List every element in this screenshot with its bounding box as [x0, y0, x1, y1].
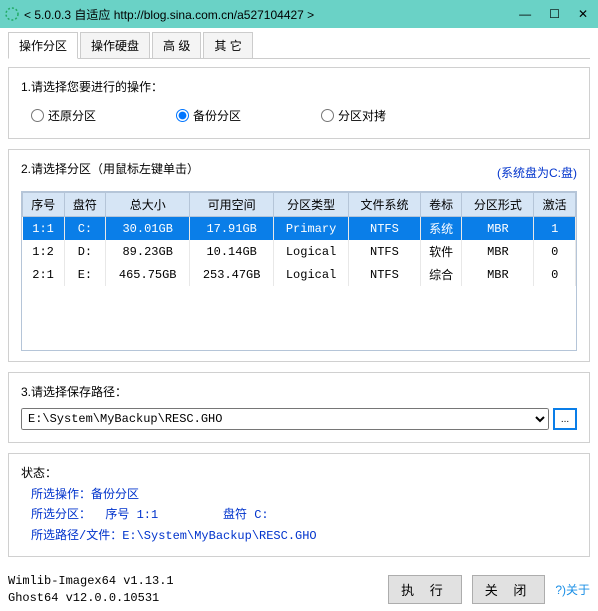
- table-header[interactable]: 序号: [23, 193, 65, 217]
- version-info: Wimlib-Imagex64 v1.13.1 Ghost64 v12.0.0.…: [8, 573, 174, 607]
- table-row[interactable]: 1:2D:89.23GB10.14GBLogicalNTFS软件MBR0: [23, 240, 576, 263]
- status-group: 状态： 所选操作：备份分区 所选分区： 序号 1:1 盘符 C: 所选路径/文件…: [8, 453, 590, 557]
- radio-backup[interactable]: 备份分区: [176, 107, 241, 124]
- partition-label: 2.请选择分区（用鼠标左键单击）: [21, 160, 199, 177]
- close-window-button[interactable]: ✕: [578, 7, 588, 21]
- tab-bar: 操作分区 操作硬盘 高 级 其 它: [8, 32, 590, 59]
- table-header[interactable]: 总大小: [106, 193, 190, 217]
- title-bar: < 5.0.0.3 自适应 http://blog.sina.com.cn/a5…: [0, 0, 598, 28]
- minimize-button[interactable]: —: [519, 7, 531, 21]
- status-label: 状态：: [21, 464, 577, 481]
- status-line-operation: 所选操作：备份分区: [31, 485, 577, 505]
- execute-button[interactable]: 执 行: [388, 575, 462, 604]
- table-row[interactable]: 1:1C:30.01GB17.91GBPrimaryNTFS系统MBR1: [23, 217, 576, 241]
- radio-clone[interactable]: 分区对拷: [321, 107, 386, 124]
- table-header[interactable]: 分区类型: [274, 193, 349, 217]
- tab-partition-op[interactable]: 操作分区: [8, 32, 78, 59]
- browse-button[interactable]: ...: [553, 408, 577, 430]
- operation-label: 1.请选择您要进行的操作：: [21, 78, 577, 95]
- close-button[interactable]: 关 闭: [472, 575, 546, 604]
- table-header[interactable]: 可用空间: [190, 193, 274, 217]
- path-label: 3.请选择保存路径：: [21, 383, 577, 400]
- partition-table[interactable]: 序号盘符总大小可用空间分区类型文件系统卷标分区形式激活 1:1C:30.01GB…: [21, 191, 577, 351]
- status-line-partition: 所选分区： 序号 1:1 盘符 C:: [31, 505, 577, 525]
- table-header[interactable]: 文件系统: [349, 193, 421, 217]
- window-title: < 5.0.0.3 自适应 http://blog.sina.com.cn/a5…: [24, 6, 314, 23]
- tab-other[interactable]: 其 它: [203, 32, 252, 58]
- table-row[interactable]: 2:1E:465.75GB253.47GBLogicalNTFS综合MBR0: [23, 263, 576, 286]
- maximize-button[interactable]: ☐: [549, 7, 560, 21]
- tab-advanced[interactable]: 高 级: [152, 32, 201, 58]
- operation-group: 1.请选择您要进行的操作： 还原分区 备份分区 分区对拷: [8, 67, 590, 139]
- partition-group: 2.请选择分区（用鼠标左键单击） (系统盘为C:盘) 序号盘符总大小可用空间分区…: [8, 149, 590, 362]
- table-header[interactable]: 激活: [534, 193, 576, 217]
- system-disk-hint: (系统盘为C:盘): [497, 164, 577, 181]
- table-header[interactable]: 卷标: [420, 193, 462, 217]
- status-line-path: 所选路径/文件：E:\System\MyBackup\RESC.GHO: [31, 526, 577, 546]
- tab-disk-op[interactable]: 操作硬盘: [80, 32, 150, 58]
- table-header[interactable]: 盘符: [64, 193, 106, 217]
- about-link[interactable]: ?)关于: [555, 581, 590, 598]
- radio-restore[interactable]: 还原分区: [31, 107, 96, 124]
- path-group: 3.请选择保存路径： E:\System\MyBackup\RESC.GHO .…: [8, 372, 590, 443]
- table-header[interactable]: 分区形式: [462, 193, 534, 217]
- app-icon: [4, 6, 20, 22]
- path-select[interactable]: E:\System\MyBackup\RESC.GHO: [21, 408, 549, 430]
